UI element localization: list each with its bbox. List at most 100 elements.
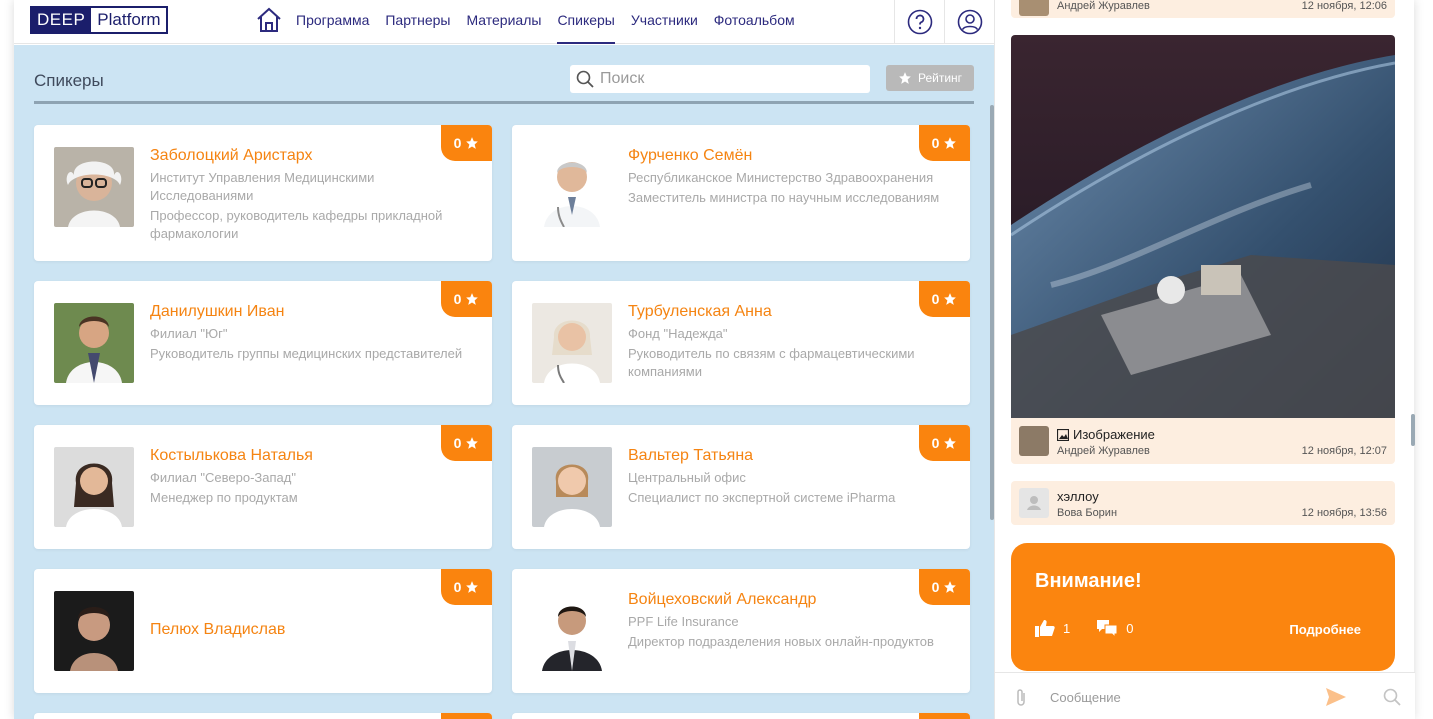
speaker-photo — [54, 447, 134, 527]
avatar — [1019, 426, 1049, 456]
thumbs-up-icon[interactable] — [1035, 619, 1055, 637]
message-input[interactable]: Сообщение — [1050, 690, 1121, 705]
paperclip-icon[interactable] — [1015, 688, 1027, 708]
app-window: DEEP Platform Программа Партнеры Материа… — [14, 0, 1415, 719]
chat-message: хэллоу Вова Борин 12 ноября, 13:56 — [1011, 481, 1395, 525]
message-author: Вова Борин — [1057, 507, 1118, 519]
speaker-card[interactable] — [34, 713, 492, 719]
speaker-card[interactable]: Пелюх Владислав 0 — [34, 569, 492, 693]
nav-photoalbum[interactable]: Фотоальбом — [714, 0, 795, 44]
speaker-org: Филиал "Северо-Запад" — [150, 470, 296, 485]
message-time: 12 ноября, 12:07 — [1301, 445, 1387, 457]
message-text-label: Изображение — [1073, 427, 1155, 442]
star-icon — [899, 72, 911, 84]
speaker-photo — [54, 147, 134, 227]
speaker-card[interactable]: Фурченко Семён Республиканское Министерс… — [512, 125, 970, 261]
speaker-name: Турбуленская Анна — [628, 303, 772, 320]
profile-button[interactable] — [944, 0, 994, 44]
star-icon — [466, 581, 479, 593]
rating-badge: 0 — [441, 125, 492, 161]
message-composer: Сообщение — [995, 672, 1415, 719]
top-header: DEEP Platform Программа Партнеры Материа… — [14, 0, 994, 44]
user-icon — [957, 9, 982, 35]
speaker-info: Фурченко Семён Республиканское Министерс… — [628, 147, 950, 207]
speaker-card[interactable]: Вальтер Татьяна Центральный офис Специал… — [512, 425, 970, 549]
rating-badge: 0 — [919, 125, 970, 161]
speaker-info: Вальтер Татьяна Центральный офис Специал… — [628, 447, 950, 507]
speaker-card[interactable]: Заболоцкий Аристарх Институт Управления … — [34, 125, 492, 261]
chat-panel: Андрей Журавлев 12 ноября, 12:06 Изображ… — [994, 0, 1415, 719]
rating-value: 0 — [931, 435, 940, 451]
star-icon — [944, 437, 957, 449]
speaker-photo — [532, 591, 612, 671]
speaker-info: Заболоцкий Аристарх Институт Управления … — [150, 147, 472, 243]
rating-value: 0 — [453, 579, 462, 595]
message-text: Изображение — [1057, 427, 1155, 442]
comments-icon[interactable] — [1096, 619, 1118, 637]
rating-badge — [441, 713, 492, 719]
logo-platform: Platform — [91, 8, 166, 32]
message-time: 12 ноября, 12:06 — [1301, 0, 1387, 12]
image-icon — [1057, 428, 1069, 441]
speaker-card[interactable] — [512, 713, 970, 719]
nav-speakers[interactable]: Спикеры — [557, 0, 616, 44]
comments-count: 0 — [1126, 620, 1134, 636]
speaker-name: Костылькова Наталья — [150, 447, 313, 464]
speaker-card[interactable]: Войцеховский Александр PPF Life Insuranc… — [512, 569, 970, 693]
speaker-org: Институт Управления Медицинскими Исследо… — [150, 170, 375, 203]
details-link[interactable]: Подробнее — [1289, 622, 1361, 637]
search-input[interactable]: Поиск — [570, 65, 870, 93]
star-icon — [466, 293, 479, 305]
chat-message: Андрей Журавлев 12 ноября, 12:06 — [1011, 0, 1395, 18]
divider — [34, 101, 974, 104]
speaker-card[interactable]: Костылькова Наталья Филиал "Северо-Запад… — [34, 425, 492, 549]
default-avatar-icon — [1019, 488, 1049, 518]
speaker-org: PPF Life Insurance — [628, 614, 739, 629]
rating-badge — [919, 713, 970, 719]
announcement-stats: 1 0 — [1035, 619, 1133, 637]
star-icon — [466, 437, 479, 449]
speaker-info: Турбуленская Анна Фонд "Надежда" Руковод… — [628, 303, 950, 381]
speaker-photo — [54, 591, 134, 671]
speaker-name: Заболоцкий Аристарх — [150, 147, 313, 164]
speaker-photo — [54, 303, 134, 383]
speaker-photo — [532, 303, 612, 383]
rating-badge: 0 — [441, 281, 492, 317]
home-icon[interactable] — [256, 7, 282, 33]
rating-badge: 0 — [919, 569, 970, 605]
announcement-title: Внимание! — [1035, 570, 1142, 592]
speaker-position: Заместитель министра по научным исследов… — [628, 190, 940, 205]
deep-platform-logo[interactable]: DEEP Platform — [30, 6, 168, 34]
search-icon[interactable] — [1383, 688, 1401, 706]
speaker-position: Профессор, руководитель кафедры прикладн… — [150, 208, 443, 241]
nav-materials[interactable]: Материалы — [466, 0, 541, 44]
speaker-photo — [532, 147, 612, 227]
speaker-info: Пелюх Владислав — [150, 621, 472, 643]
message-author: Андрей Журавлев — [1057, 0, 1150, 12]
likes-count: 1 — [1063, 620, 1071, 636]
rating-value: 0 — [931, 291, 940, 307]
speaker-photo — [532, 447, 612, 527]
question-icon — [907, 9, 932, 35]
rating-badge: 0 — [441, 569, 492, 605]
chat-scrollbar[interactable] — [1411, 414, 1415, 446]
rating-label: Рейтинг — [917, 71, 963, 85]
speaker-org: Филиал "Юг" — [150, 326, 228, 341]
announcement-card[interactable]: Внимание! 1 0 Подробнее — [1011, 543, 1395, 671]
nav-participants[interactable]: Участники — [631, 0, 698, 44]
send-icon[interactable] — [1326, 688, 1346, 706]
speaker-name: Вальтер Татьяна — [628, 447, 754, 464]
message-text: хэллоу — [1057, 489, 1099, 504]
rating-value: 0 — [931, 579, 940, 595]
speaker-card[interactable]: Турбуленская Анна Фонд "Надежда" Руковод… — [512, 281, 970, 405]
page-title: Спикеры — [34, 71, 104, 90]
rating-button[interactable]: Рейтинг — [886, 65, 974, 91]
nav-program[interactable]: Программа — [296, 0, 369, 44]
speaker-info: Войцеховский Александр PPF Life Insuranc… — [628, 591, 950, 651]
chat-image[interactable] — [1011, 35, 1395, 418]
speaker-position: Руководитель по связям с фармацевтически… — [628, 346, 915, 379]
nav-partners[interactable]: Партнеры — [385, 0, 450, 44]
help-button[interactable] — [894, 0, 944, 44]
rating-badge: 0 — [441, 425, 492, 461]
speaker-card[interactable]: Данилушкин Иван Филиал "Юг" Руководитель… — [34, 281, 492, 405]
